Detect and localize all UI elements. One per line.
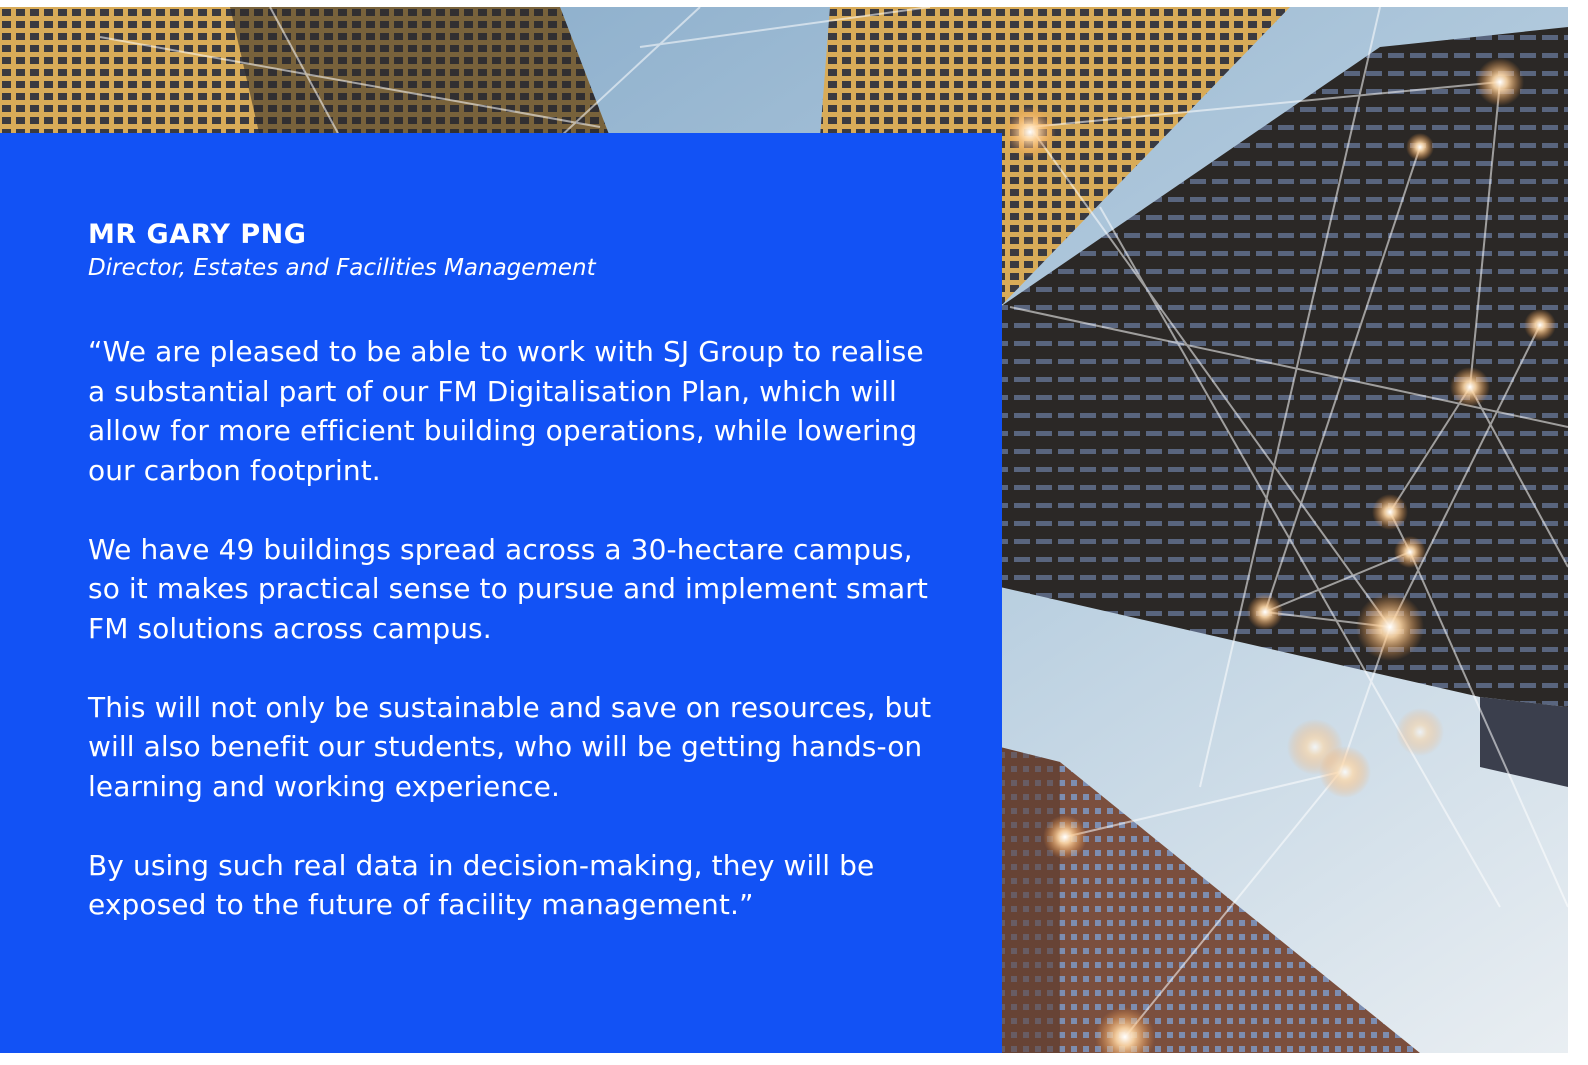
- speaker-role: Director, Estates and Facilities Managem…: [88, 255, 596, 281]
- testimonial-quote: “We are pleased to be able to work with …: [88, 332, 942, 925]
- speaker-name: MR GARY PNG: [88, 219, 307, 250]
- testimonial-card: MR GARY PNG Director, Estates and Facili…: [0, 133, 1002, 1053]
- quote-paragraph: By using such real data in decision-maki…: [88, 848, 875, 922]
- quote-paragraph: We have 49 buildings spread across a 30-…: [88, 532, 928, 645]
- quote-paragraph: “We are pleased to be able to work with …: [88, 335, 924, 487]
- quote-paragraph: This will not only be sustainable and sa…: [88, 690, 932, 803]
